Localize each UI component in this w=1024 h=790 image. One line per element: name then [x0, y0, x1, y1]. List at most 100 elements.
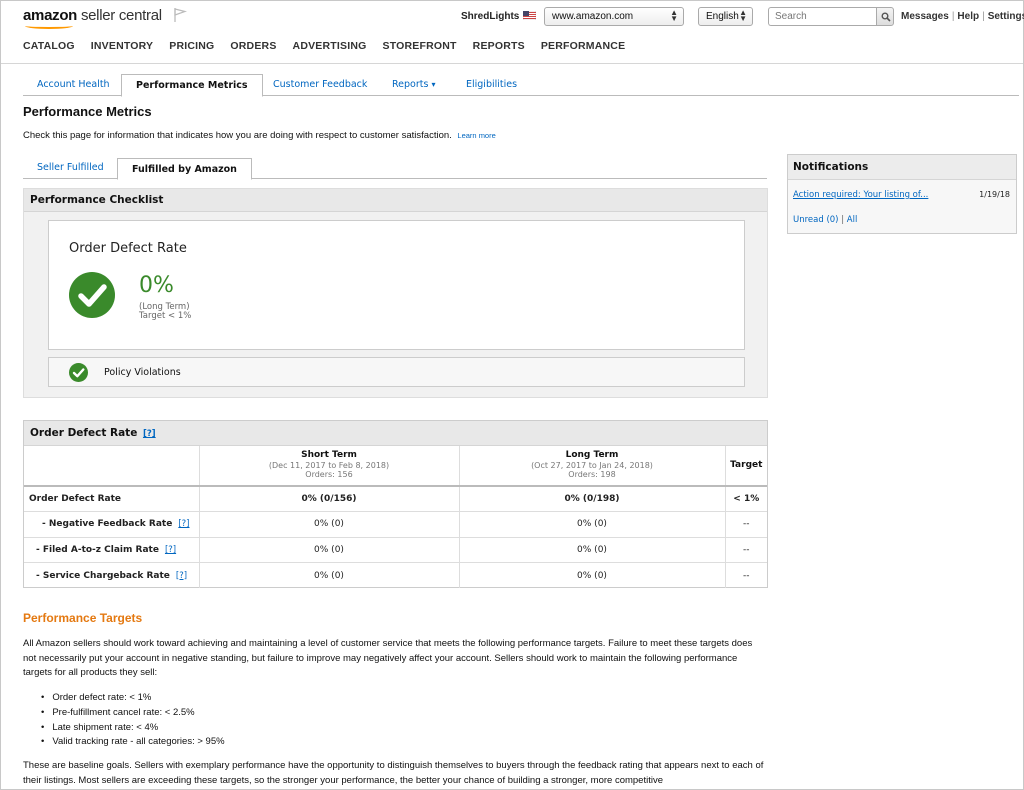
nav-inventory[interactable]: INVENTORY	[91, 40, 153, 54]
check-circle-icon	[69, 272, 115, 318]
tab-account-health[interactable]: Account Health	[37, 74, 110, 96]
unread-link[interactable]: Unread (0)	[793, 215, 839, 225]
nav-performance[interactable]: PERFORMANCE	[541, 40, 625, 54]
amazon-seller-central-logo[interactable]: amazon seller central	[23, 7, 162, 24]
list-item: Order defect rate: < 1%	[41, 691, 225, 706]
row-label: Order Defect Rate	[24, 486, 199, 512]
language-value: English	[706, 11, 739, 22]
table-row: - Negative Feedback Rate [?] 0% (0) 0% (0…	[24, 511, 767, 538]
performance-subtabs: Account Health Performance Metrics Custo…	[23, 74, 1019, 97]
row-label-text: - Service Chargeback Rate	[36, 570, 170, 581]
tab-customer-feedback[interactable]: Customer Feedback	[273, 74, 367, 96]
nav-storefront[interactable]: STOREFRONT	[383, 40, 457, 54]
separator: |	[951, 11, 955, 22]
row-target: --	[724, 537, 767, 563]
policy-violations-row[interactable]: Policy Violations	[48, 357, 745, 387]
header-links: Messages | Help | Settings	[901, 11, 1024, 22]
notification-item-link[interactable]: Action required: Your listing of...	[793, 190, 928, 200]
row-long-term: 0% (0)	[458, 537, 725, 563]
tab-eligibilities[interactable]: Eligibilities	[466, 74, 517, 96]
row-short-term: 0% (0)	[198, 537, 459, 563]
row-target: --	[724, 562, 767, 588]
learn-more-link[interactable]: Learn more	[457, 131, 495, 140]
table-row: - Service Chargeback Rate [?] 0% (0) 0% (…	[24, 562, 767, 589]
table-header-row: Short Term (Dec 11, 2017 to Feb 8, 2018)…	[24, 446, 767, 487]
header-target: Target	[724, 446, 767, 487]
row-long-term: 0% (0)	[458, 562, 725, 588]
row-short-term: 0% (0/156)	[198, 486, 459, 512]
tab-performance-metrics[interactable]: Performance Metrics	[121, 74, 263, 97]
short-term-range: (Dec 11, 2017 to Feb 8, 2018)	[268, 460, 390, 470]
notifications-footer: Unread (0) | All	[793, 215, 857, 225]
row-long-term: 0% (0/198)	[458, 486, 725, 512]
odr-data-table: Short Term (Dec 11, 2017 to Feb 8, 2018)…	[24, 446, 767, 588]
nav-advertising[interactable]: ADVERTISING	[293, 40, 367, 54]
nav-divider	[1, 63, 1023, 64]
help-link[interactable]: Help	[957, 11, 979, 22]
notification-date: 1/19/18	[979, 190, 1010, 199]
page-description-text: Check this page for information that ind…	[23, 130, 452, 141]
chevron-down-icon: ▾	[431, 80, 436, 89]
separator: |	[982, 11, 985, 22]
row-target: --	[724, 511, 767, 538]
performance-targets-list: Order defect rate: < 1% Pre-fulfillment …	[41, 691, 225, 750]
marketplace-select[interactable]: www.amazon.com ▲ ▼	[544, 7, 684, 26]
select-arrows-icon: ▲ ▼	[739, 8, 747, 23]
nav-pricing[interactable]: PRICING	[169, 40, 214, 54]
row-short-term: 0% (0)	[198, 511, 459, 538]
order-defect-rate-table: Order Defect Rate [?] Short Term (Dec 11…	[23, 420, 768, 588]
us-flag-icon	[523, 11, 536, 20]
tab-reports[interactable]: Reports ▾	[392, 74, 436, 96]
check-circle-icon	[69, 363, 88, 382]
order-defect-rate-card[interactable]: Order Defect Rate 0% (Long Term) Target …	[48, 220, 745, 350]
store-name[interactable]: ShredLights	[461, 11, 519, 22]
long-term-orders: Orders: 198	[568, 470, 616, 480]
all-notifications-link[interactable]: All	[847, 215, 858, 225]
nav-reports[interactable]: REPORTS	[473, 40, 525, 54]
header-short-term: Short Term (Dec 11, 2017 to Feb 8, 2018)…	[198, 446, 459, 487]
marketplace-value: www.amazon.com	[552, 11, 634, 22]
language-select[interactable]: English ▲ ▼	[698, 7, 753, 26]
search-input[interactable]	[768, 7, 878, 26]
a-to-z-claim-help-link[interactable]: [?]	[165, 545, 176, 555]
nav-orders[interactable]: ORDERS	[230, 40, 276, 54]
service-chargeback-help-link[interactable]: [?]	[176, 571, 187, 581]
long-term-range: (Oct 27, 2017 to Jan 24, 2018)	[531, 460, 653, 470]
messages-link[interactable]: Messages	[901, 11, 949, 22]
row-long-term: 0% (0)	[458, 511, 725, 538]
checklist-title: Performance Checklist	[24, 189, 767, 212]
row-target: < 1%	[724, 486, 767, 512]
settings-link[interactable]: Settings	[988, 11, 1024, 22]
main-nav: CATALOG INVENTORY PRICING ORDERS ADVERTI…	[23, 40, 641, 54]
page-title: Performance Metrics	[23, 104, 152, 119]
search-icon	[881, 12, 891, 22]
header-metric	[24, 446, 199, 487]
negative-feedback-help-link[interactable]: [?]	[178, 519, 189, 529]
search-button[interactable]	[876, 7, 894, 26]
tab-reports-label: Reports	[392, 79, 429, 90]
page-description: Check this page for information that ind…	[23, 130, 496, 141]
row-label: - Service Chargeback Rate [?]	[24, 563, 199, 589]
performance-targets-title: Performance Targets	[23, 611, 143, 625]
odr-help-link[interactable]: [?]	[143, 429, 156, 439]
list-item: Valid tracking rate - all categories: > …	[41, 735, 224, 750]
tab-fulfilled-by-amazon[interactable]: Fulfilled by Amazon	[117, 158, 252, 180]
odr-table-title: Order Defect Rate [?]	[24, 421, 767, 446]
row-label: - Negative Feedback Rate [?]	[24, 511, 199, 538]
short-term-label: Short Term	[301, 450, 357, 461]
list-item: Pre-fulfillment cancel rate: < 2.5%	[41, 706, 225, 721]
odr-value: 0%	[139, 273, 174, 298]
flag-icon[interactable]	[173, 7, 187, 23]
top-bar: amazon seller central ShredLights www.am…	[1, 1, 1024, 33]
table-row: - Filed A-to-z Claim Rate [?] 0% (0) 0% (…	[24, 537, 767, 563]
row-label: - Filed A-to-z Claim Rate [?]	[24, 537, 199, 563]
nav-catalog[interactable]: CATALOG	[23, 40, 75, 54]
table-row: Order Defect Rate 0% (0/156) 0% (0/198) …	[24, 486, 767, 512]
performance-checklist: Performance Checklist Order Defect Rate …	[23, 188, 768, 398]
notifications-title: Notifications	[788, 155, 1016, 180]
tab-seller-fulfilled[interactable]: Seller Fulfilled	[37, 158, 104, 179]
performance-targets-baseline: These are baseline goals. Sellers with e…	[23, 760, 764, 786]
long-term-label: Long Term	[565, 450, 619, 461]
logo-brand: amazon	[23, 7, 78, 24]
performance-targets-intro: All Amazon sellers should work toward ac…	[23, 638, 753, 679]
